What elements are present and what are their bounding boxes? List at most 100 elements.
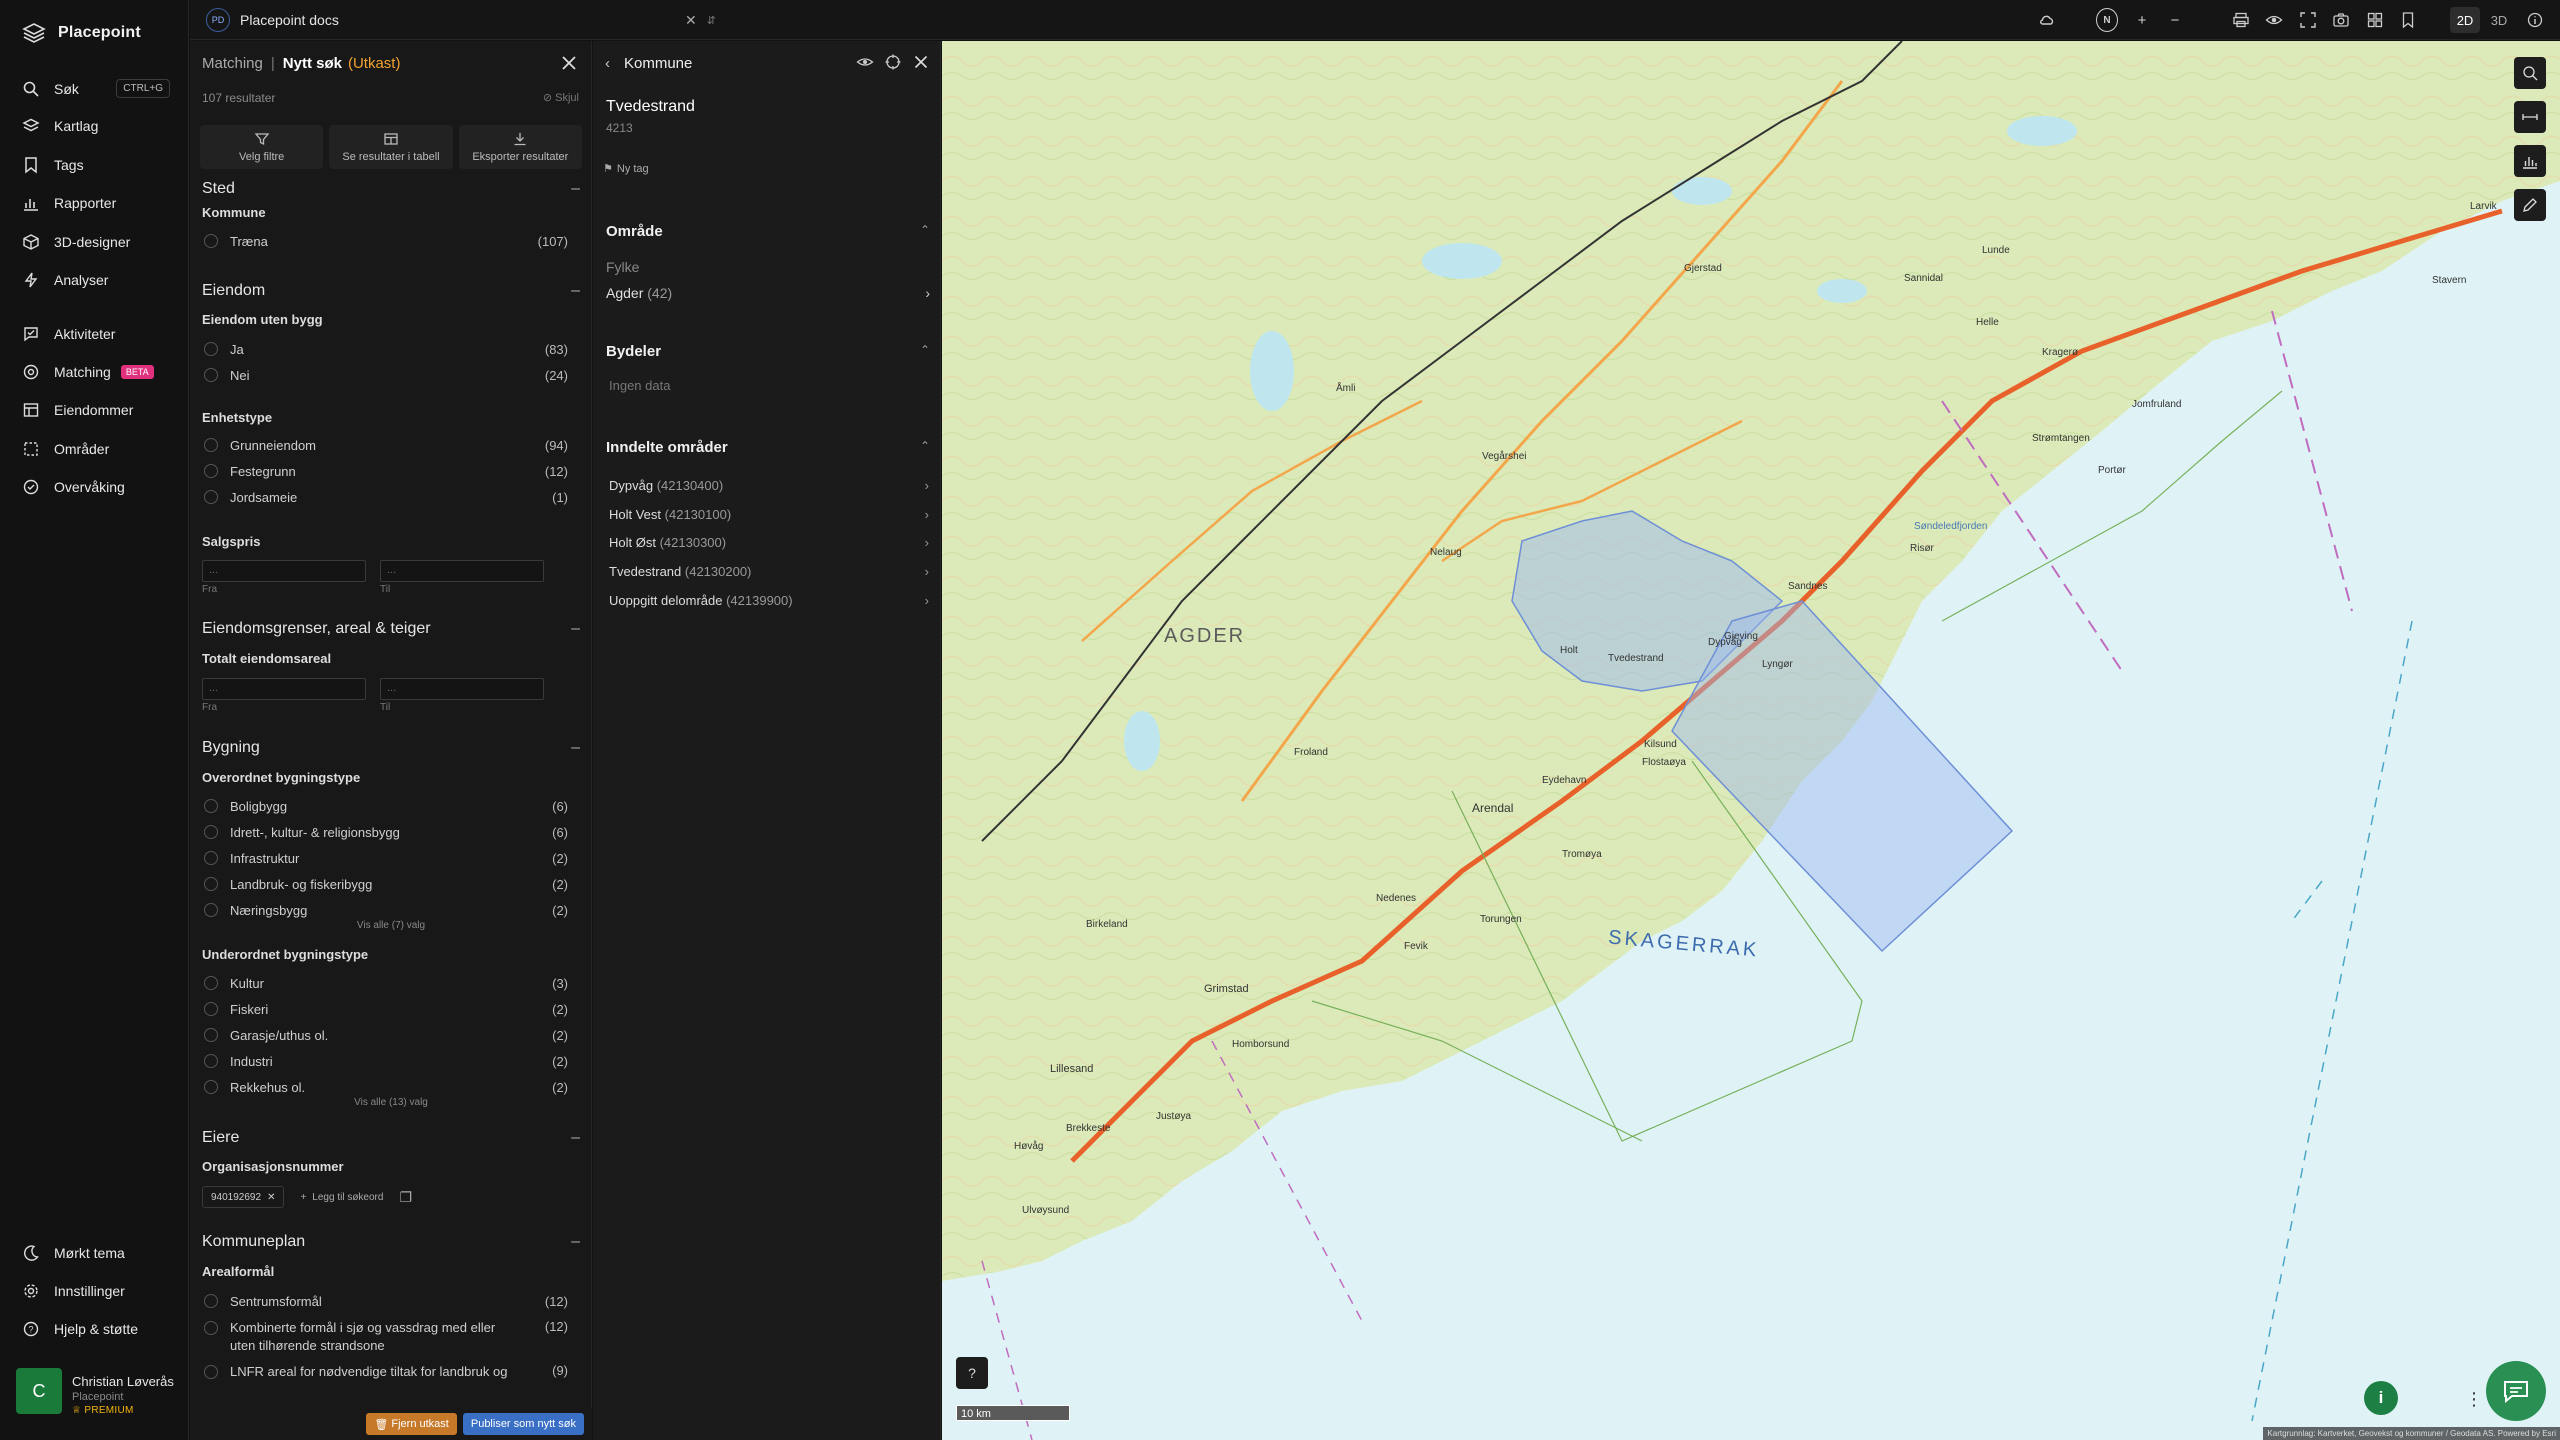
collapse-icon[interactable]: – [571,180,580,198]
option-infrastruktur[interactable]: Infrastruktur (2) [204,849,568,867]
print-icon[interactable] [2230,9,2252,31]
camera-icon[interactable] [2330,9,2352,31]
remove-chip-icon[interactable]: ✕ [267,1192,275,1203]
sidebar-item-analyser[interactable]: Analyser [22,267,172,293]
option-idrett[interactable]: Idrett-, kultur- & religionsbygg (6) [204,823,568,841]
checkbox[interactable] [204,1002,218,1016]
option-rekkehus[interactable]: Rekkehus ol. (2) [204,1078,568,1096]
checkbox[interactable] [204,438,218,452]
sidebar-item-kartlag[interactable]: Kartlag [22,113,172,139]
show-all-underordnet-link[interactable]: Vis alle (13) valg [202,1097,580,1108]
filter-list[interactable]: Sted – Kommune Træna (107) Eiendom – Eiendo… [202,179,582,1379]
option-industri[interactable]: Industri (2) [204,1052,568,1070]
checkbox[interactable] [204,1365,218,1379]
option-naeringsbygg[interactable]: Næringsbygg (2) [204,901,568,919]
elevation-profile-button[interactable] [2514,145,2546,177]
chevron-up-icon[interactable]: ⌃ [920,439,930,456]
checkbox[interactable] [204,851,218,865]
sidebar-item-eiendommer[interactable]: Eiendommer [22,397,172,423]
list-item[interactable]: Holt Øst (42130300) › [609,535,929,550]
areal-to-input[interactable]: ... [380,678,544,700]
sidebar-item-tags[interactable]: Tags [22,152,172,178]
back-icon[interactable]: ‹ [605,55,610,72]
add-keyword-button[interactable]: + Legg til søkeord [292,1186,391,1208]
section-omrade[interactable]: Område ⌃ [606,223,930,240]
checkbox[interactable] [204,877,218,891]
map-help-button[interactable]: ? [956,1357,988,1389]
eye-icon[interactable] [2263,9,2285,31]
checkbox[interactable] [204,1028,218,1042]
section-bydeler[interactable]: Bydeler ⌃ [606,343,930,360]
collapse-icon[interactable]: – [571,1129,580,1147]
checkbox[interactable] [204,490,218,504]
list-item[interactable]: Dypvåg (42130400) › [609,478,929,493]
user-profile[interactable]: C Christian Løverås Placepoint ♕ PREMIUM [16,1368,181,1422]
remove-draft-button[interactable]: 🗑︎ Fjern utkast [366,1413,457,1435]
radio[interactable] [204,234,218,248]
sidebar-item-settings[interactable]: Innstillinger [22,1278,172,1304]
sidebar-item-search[interactable]: Søk CTRL+G [22,76,172,102]
checkbox[interactable] [204,1294,218,1308]
info-icon[interactable] [2524,9,2546,31]
section-eiendom[interactable]: Eiendom – [202,281,580,301]
option-jordsameie[interactable]: Jordsameie (1) [204,488,568,506]
section-sted[interactable]: Sted – [202,179,580,199]
option-kultur[interactable]: Kultur (3) [204,974,568,992]
sidebar-item-omrader[interactable]: Områder [22,436,172,462]
areal-from-input[interactable]: ... [202,678,366,700]
copy-icon[interactable]: ❐ [399,1189,412,1206]
checkbox[interactable] [204,464,218,478]
sidebar-item-rapporter[interactable]: Rapporter [22,190,172,216]
document-selector[interactable]: PD Placepoint docs ✕ ⇵ [206,7,716,33]
view-2d-button[interactable]: 2D [2450,7,2480,33]
option-grunneiendom[interactable]: Grunneiendom (94) [204,436,568,454]
draw-tool-button[interactable] [2514,189,2546,221]
option-kombinerte[interactable]: Kombinerte formål i sjø og vassdrag med … [204,1319,568,1355]
measure-area-button[interactable] [2514,57,2546,89]
checkbox[interactable] [204,1054,218,1068]
choose-filters-button[interactable]: Velg filtre [200,125,324,169]
section-bygning[interactable]: Bygning – [202,738,580,758]
checkbox[interactable] [204,799,218,813]
zoom-out-icon[interactable]: − [2164,9,2186,31]
bookmark-map-icon[interactable] [2397,9,2419,31]
collapse-icon[interactable]: – [571,620,580,638]
brand[interactable]: Placepoint [22,20,141,46]
checkbox[interactable] [204,1080,218,1094]
checkbox[interactable] [204,825,218,839]
option-garasje[interactable]: Garasje/uthus ol. (2) [204,1026,568,1044]
fullscreen-icon[interactable] [2297,9,2319,31]
sidebar-item-help[interactable]: ? Hjelp & støtte [22,1316,172,1342]
export-button[interactable]: Eksporter resultater [458,125,582,169]
sidebar-item-dark-theme[interactable]: Mørkt tema [22,1240,172,1266]
measure-distance-button[interactable] [2514,101,2546,133]
chevron-updown-icon[interactable]: ⇵ [707,14,716,27]
list-item[interactable]: Tvedestrand (42130200) › [609,564,929,579]
map-canvas[interactable]: AGDER SKAGERRAK Tvedestrand Arendal Grim… [942,41,2560,1440]
eye-icon[interactable] [856,53,874,71]
sidebar-item-overvaking[interactable]: Overvåking [22,474,172,500]
salgspris-from-input[interactable]: ... [202,560,366,582]
new-tag-button[interactable]: ⚑ Ny tag [603,162,649,176]
collapse-icon[interactable]: – [571,1233,580,1251]
checkbox[interactable] [204,976,218,990]
option-traena[interactable]: Træna (107) [204,232,568,250]
north-compass[interactable]: N [2096,8,2118,32]
section-eiere[interactable]: Eiere – [202,1128,580,1148]
view-table-button[interactable]: Se resultater i tabell [329,125,453,169]
section-kommuneplan[interactable]: Kommuneplan – [202,1232,580,1252]
fylke-row[interactable]: Agder (42) › [606,285,930,301]
option-sentrumsformal[interactable]: Sentrumsformål (12) [204,1292,568,1310]
zoom-in-icon[interactable]: + [2131,9,2153,31]
section-inndelte[interactable]: Inndelte områder ⌃ [606,439,930,456]
sidebar-item-aktiviteter[interactable]: Aktiviteter [22,321,172,347]
checkbox[interactable] [204,903,218,917]
publish-search-button[interactable]: Publiser som nytt søk [462,1413,584,1435]
checkbox[interactable] [204,368,218,382]
clear-icon[interactable]: ✕ [685,12,697,29]
chevron-up-icon[interactable]: ⌃ [920,343,930,360]
grid-icon[interactable] [2364,9,2386,31]
hide-button[interactable]: ⊘ Skjul [543,91,579,104]
option-lnfr[interactable]: LNFR areal for nødvendige tiltak for lan… [204,1363,568,1379]
sidebar-item-3d-designer[interactable]: 3D-designer [22,229,172,255]
